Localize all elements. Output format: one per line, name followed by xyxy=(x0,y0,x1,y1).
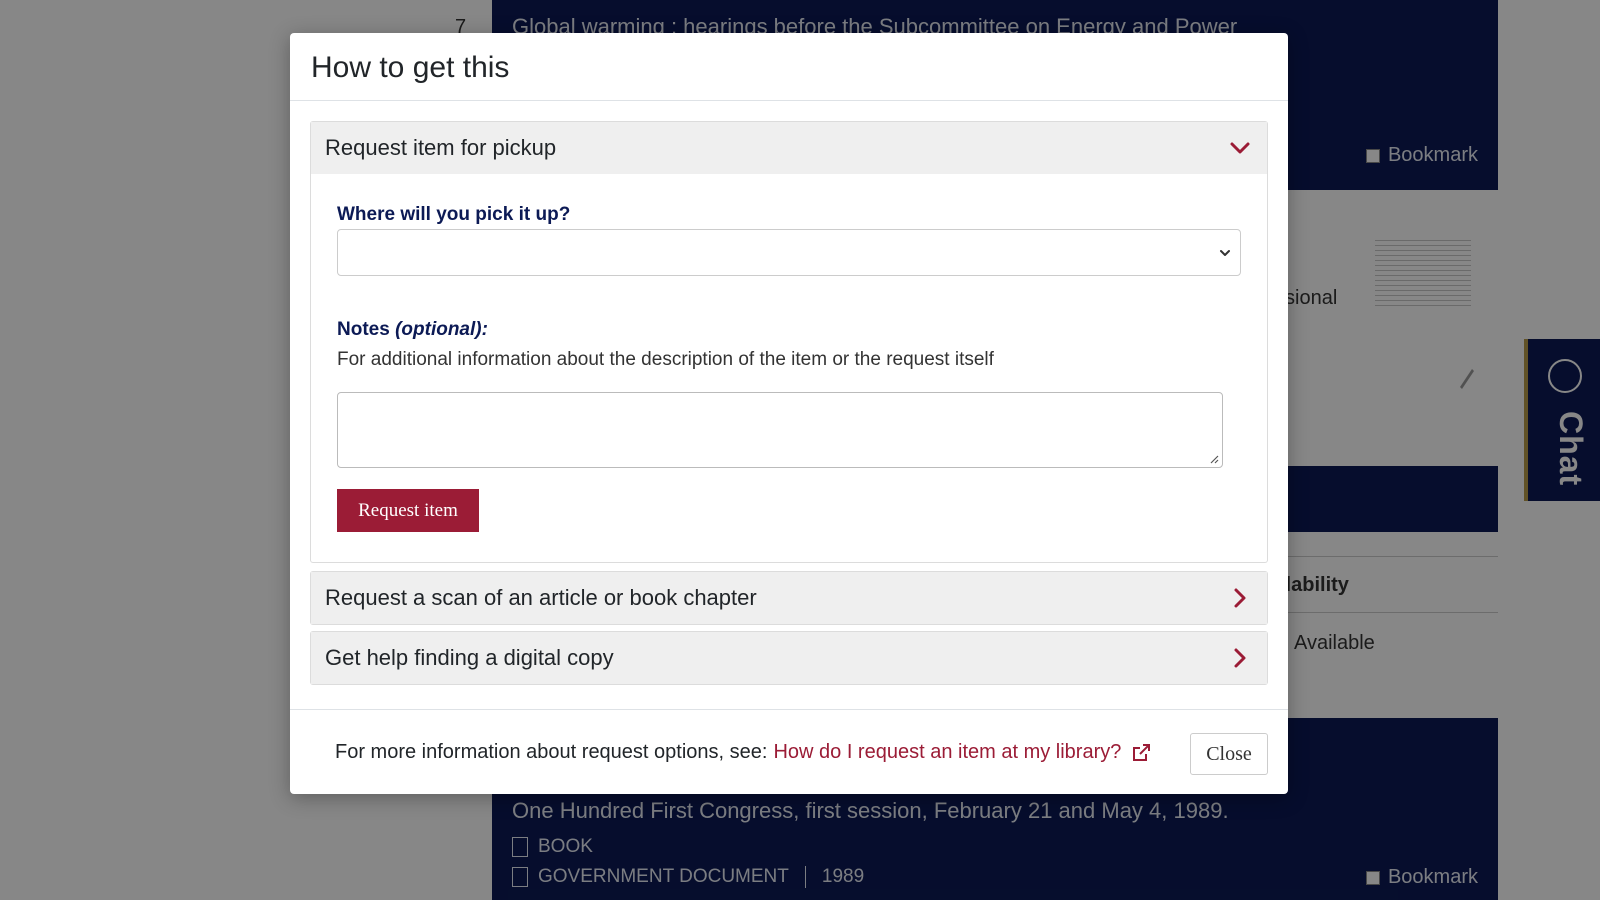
accordion-pickup: Request item for pickup Where will you p… xyxy=(310,121,1268,563)
accordion-body-pickup: Where will you pick it up? Notes (option… xyxy=(311,174,1267,562)
accordion-title: Get help finding a digital copy xyxy=(325,645,614,670)
chevron-down-icon xyxy=(1220,250,1230,256)
modal-footer: For more information about request optio… xyxy=(290,709,1288,795)
modal-header: How to get this xyxy=(290,33,1288,101)
accordion-header-pickup[interactable]: Request item for pickup xyxy=(311,122,1267,174)
accordion-title: Request a scan of an article or book cha… xyxy=(325,585,757,610)
notes-label: Notes (optional): xyxy=(337,319,488,341)
request-item-button[interactable]: Request item xyxy=(337,489,479,532)
accordion-title: Request item for pickup xyxy=(325,135,557,160)
chevron-right-icon xyxy=(1234,588,1246,608)
footer-text: For more information about request optio… xyxy=(335,741,768,763)
accordion-header-digital-copy[interactable]: Get help finding a digital copy xyxy=(311,632,1267,684)
request-help-link[interactable]: How do I request an item at my library? xyxy=(773,741,1121,764)
close-button[interactable]: Close xyxy=(1190,733,1268,775)
accordion-header-scan[interactable]: Request a scan of an article or book cha… xyxy=(311,572,1267,624)
pickup-location-label: Where will you pick it up? xyxy=(337,204,571,225)
footer-info: For more information about request optio… xyxy=(335,741,1151,764)
external-link-icon[interactable] xyxy=(1131,743,1151,763)
notes-optional-text: (optional): xyxy=(395,319,488,340)
accordion-scan: Request a scan of an article or book cha… xyxy=(310,571,1268,625)
notes-label-text: Notes xyxy=(337,319,390,340)
notes-help-text: For additional information about the des… xyxy=(337,349,994,370)
chevron-right-icon xyxy=(1234,648,1246,668)
resize-grip-icon[interactable] xyxy=(1209,454,1219,464)
notes-textarea[interactable] xyxy=(337,392,1223,468)
modal-title: How to get this xyxy=(311,51,510,84)
pickup-location-select[interactable] xyxy=(337,229,1241,276)
accordion-digital-copy: Get help finding a digital copy xyxy=(310,631,1268,685)
chevron-down-icon xyxy=(1230,142,1250,154)
how-to-get-this-dialog: How to get this Request item for pickup … xyxy=(290,33,1288,794)
